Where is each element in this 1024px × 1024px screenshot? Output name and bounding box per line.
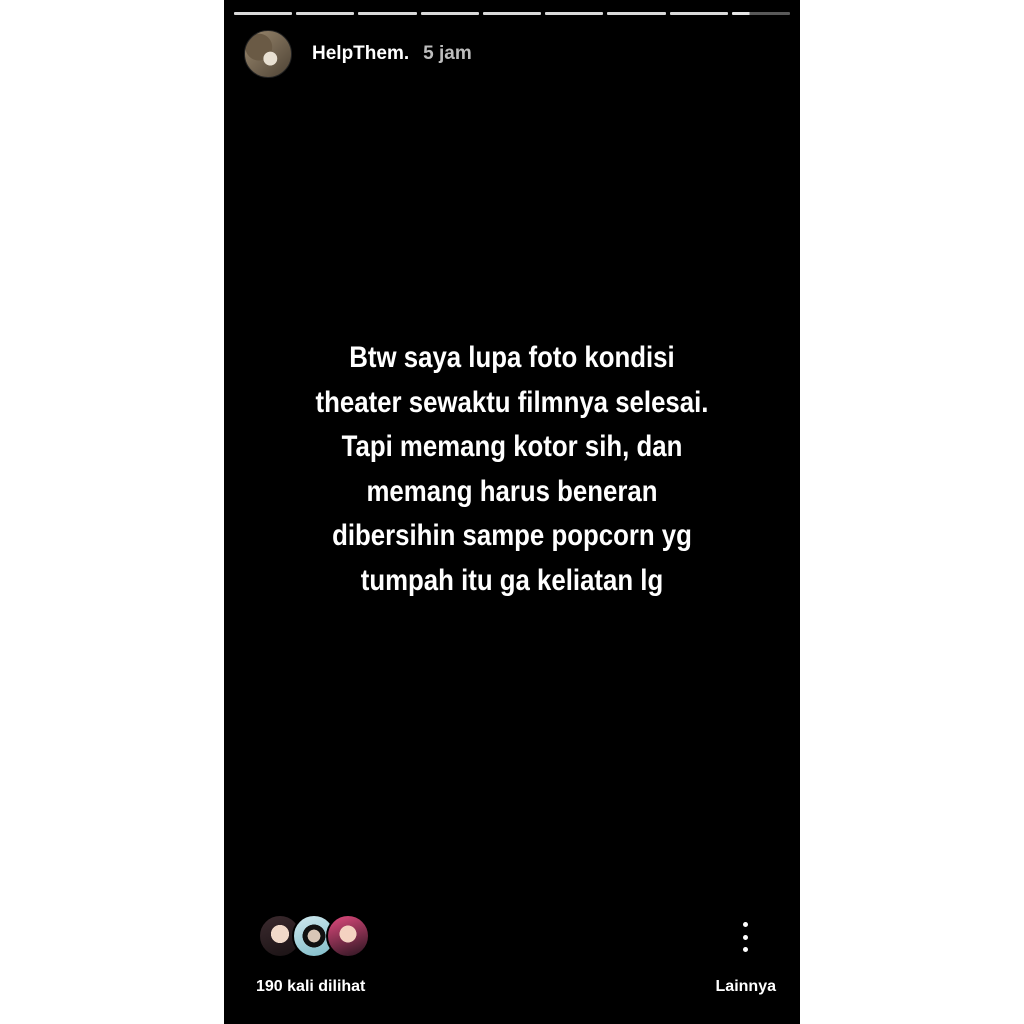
more-button[interactable]: Lainnya <box>716 978 776 996</box>
story-header: HelpThem. 5 jam <box>244 30 472 78</box>
progress-segment <box>296 12 355 15</box>
story-text-line: memang harus beneran <box>366 474 658 508</box>
vertical-dots-icon[interactable] <box>733 922 757 952</box>
story-progress-bar <box>234 12 790 15</box>
dot <box>742 934 748 940</box>
progress-segment <box>358 12 417 15</box>
progress-segment <box>545 12 604 15</box>
views-count[interactable]: 190 kali dilihat <box>256 978 365 996</box>
viewer-avatar <box>326 914 370 958</box>
progress-segment <box>607 12 666 15</box>
story-timestamp: 5 jam <box>423 43 472 64</box>
username[interactable]: HelpThem. <box>312 43 409 65</box>
profile-avatar[interactable] <box>244 30 292 78</box>
progress-segment-current <box>731 12 790 15</box>
story-text-line: dibersihin sampe popcorn yg <box>332 519 692 552</box>
story-text-line: Btw saya lupa foto kondisi <box>349 341 675 374</box>
progress-segment <box>482 12 542 15</box>
dot <box>742 947 748 952</box>
dot <box>742 922 748 927</box>
story-text-line: theater sewaktu filmnya selesai. <box>315 385 709 419</box>
story-text-line: tumpah itu ga keliatan lg <box>360 563 664 597</box>
story-text-line: Tapi memang kotor sih, dan <box>341 430 683 463</box>
story-viewer[interactable]: HelpThem. 5 jam Btw saya lupa foto kondi… <box>224 0 800 1024</box>
progress-segment <box>420 12 479 15</box>
story-text: Btw saya lupa foto kondisi theater sewak… <box>264 336 759 603</box>
progress-segment <box>234 12 293 15</box>
progress-segment <box>669 12 728 15</box>
viewer-avatars[interactable] <box>258 914 370 958</box>
